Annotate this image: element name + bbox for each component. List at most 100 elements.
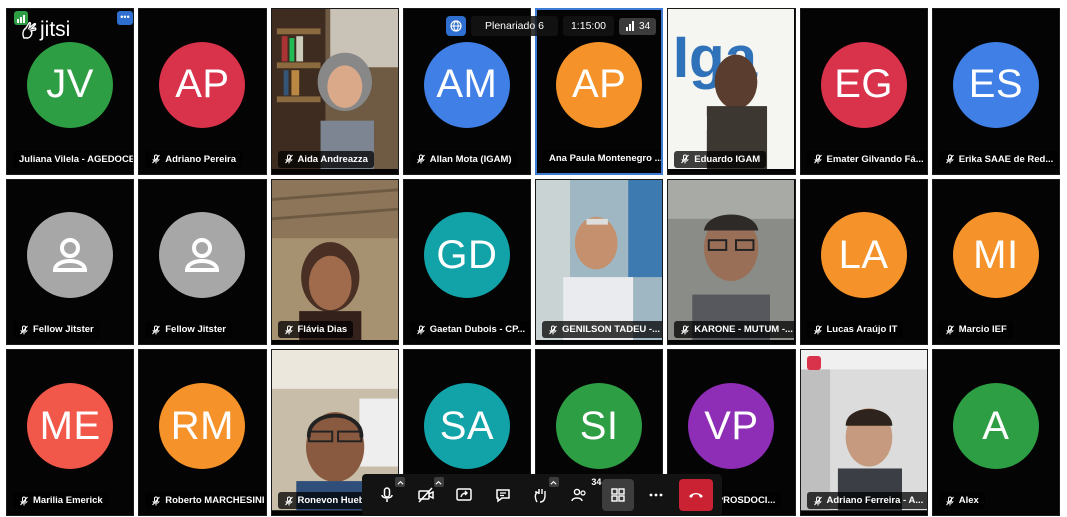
more-icon: [649, 493, 663, 497]
avatar: RM: [159, 383, 246, 470]
avatar: SA: [423, 383, 510, 470]
avatar: JV: [27, 41, 114, 128]
default-avatar-icon: [27, 212, 114, 299]
avatar: MI: [952, 212, 1039, 299]
connection-indicator-icon[interactable]: [806, 356, 821, 371]
participant-tile[interactable]: Iga Eduardo IGAM: [667, 8, 796, 175]
microphone-icon: [381, 487, 393, 502]
mic-muted-icon: [945, 496, 954, 505]
mic-muted-icon: [284, 154, 293, 164]
mic-muted-icon: [813, 154, 822, 164]
chat-button[interactable]: [487, 479, 519, 511]
avatar: VP: [688, 383, 775, 470]
chevron-up-icon[interactable]: [395, 477, 406, 487]
microphone-button[interactable]: [371, 477, 406, 511]
avatar: ME: [27, 383, 114, 470]
participant-name: Lucas Araújo IT: [806, 321, 904, 339]
default-avatar-icon: [159, 212, 246, 299]
participant-tile[interactable]: Fellow Jitster: [138, 178, 267, 346]
participant-name: Marilia Emerick: [13, 492, 109, 509]
mic-muted-icon: [284, 496, 293, 505]
avatar: EG: [820, 41, 907, 128]
tile-view-button[interactable]: [601, 479, 634, 511]
chevron-up-icon[interactable]: [433, 477, 444, 487]
mic-muted-icon: [945, 154, 954, 164]
avatar: A: [952, 383, 1039, 470]
participant-name: Roberto MARCHESINI: [145, 492, 266, 509]
participant-tile[interactable]: Aida Andreazza: [270, 8, 399, 175]
more-actions-button[interactable]: [640, 479, 672, 511]
participant-tile[interactable]: Adriano Ferreira - A...: [799, 349, 928, 516]
participant-name: Erika SAAE de Red...: [938, 150, 1059, 168]
avatar: ES: [952, 41, 1039, 128]
mic-muted-icon: [681, 154, 690, 164]
share-screen-icon: [456, 488, 472, 501]
participant-name: Alex: [938, 492, 985, 509]
participant-name: Emater Gilvando Fá...: [806, 150, 927, 168]
meeting-timer: 1:15:00: [562, 16, 615, 36]
participant-name: Allan Mota (IGAM): [409, 150, 518, 168]
mic-muted-icon: [152, 496, 161, 505]
mic-muted-icon: [20, 496, 28, 505]
participant-tile[interactable]: ES Erika SAAE de Red...: [931, 8, 1060, 175]
chat-icon: [495, 489, 510, 503]
avatar: AP: [159, 41, 246, 128]
participant-tile[interactable]: ME Marilia Emerick: [6, 349, 135, 516]
participant-tile[interactable]: Fellow Jitster: [6, 178, 135, 346]
mic-muted-icon: [152, 154, 161, 164]
toolbar: 34: [362, 474, 722, 516]
jitsi-hand-icon: [22, 21, 37, 39]
mic-muted-icon: [945, 325, 954, 335]
globe-icon[interactable]: [446, 16, 466, 36]
mic-muted-icon: [284, 325, 293, 335]
participant-name: Ana Paula Montenegro ...: [543, 149, 662, 167]
avatar: GD: [423, 212, 510, 299]
participant-tile[interactable]: GENILSON TADEU -...: [535, 178, 664, 346]
participant-tile[interactable]: GD Gaetan Dubois - CP...: [402, 178, 531, 346]
avatar: AP: [556, 41, 643, 128]
participant-tile[interactable]: A Alex: [931, 349, 1060, 516]
chevron-up-icon[interactable]: [548, 477, 559, 487]
signal-icon: [626, 21, 635, 31]
mic-muted-icon: [20, 325, 28, 335]
raise-hand-button[interactable]: [525, 477, 559, 511]
mic-muted-icon: [549, 325, 557, 335]
participant-tile[interactable]: MI Marcio IEF: [931, 178, 1060, 346]
camera-button[interactable]: [410, 477, 444, 511]
participant-tile[interactable]: KARONE - MUTUM -...: [667, 178, 796, 346]
jitsi-logo: jitsi: [20, 18, 70, 42]
mic-muted-icon: [416, 325, 425, 335]
participant-name: Gaetan Dubois - CP...: [409, 321, 530, 339]
avatar: SI: [556, 383, 643, 470]
participant-name: Eduardo IGAM: [674, 150, 767, 168]
participant-tile[interactable]: LA Lucas Araújo IT: [799, 178, 928, 346]
participant-name: Juliana Vilela - AGEDOCE: [13, 150, 134, 168]
share-screen-button[interactable]: [448, 479, 480, 511]
participant-tile[interactable]: Flávia Dias: [270, 178, 399, 346]
participant-name: Adriano Pereira: [145, 150, 242, 168]
participants-icon: [571, 488, 587, 502]
mic-muted-icon: [152, 325, 161, 335]
participant-name: Fellow Jitster: [145, 321, 232, 339]
app-name: jitsi: [40, 18, 71, 41]
mic-muted-icon: [416, 154, 425, 164]
hangup-button[interactable]: [678, 479, 713, 511]
participant-name: Flávia Dias: [277, 321, 354, 339]
raise-hand-icon: [534, 489, 546, 503]
more-options-icon[interactable]: •••: [117, 11, 133, 25]
participant-tile[interactable]: RM Roberto MARCHESINI: [138, 349, 267, 516]
participant-name: KARONE - MUTUM -...: [674, 321, 795, 339]
participant-name: Marcio IEF: [938, 321, 1013, 339]
mic-muted-icon: [681, 325, 690, 335]
participants-button[interactable]: 34: [563, 477, 601, 511]
mic-muted-icon: [813, 325, 822, 335]
participant-tile[interactable]: AP Adriano Pereira: [138, 8, 267, 175]
participant-count-badge: 34: [619, 17, 657, 35]
participants-count: 34: [591, 477, 602, 487]
participant-tile[interactable]: EG Emater Gilvando Fá...: [799, 8, 928, 175]
participant-name: Aida Andreazza: [277, 150, 374, 168]
avatar: AM: [423, 41, 510, 128]
participant-name: Fellow Jitster: [13, 321, 100, 339]
hangup-icon: [688, 493, 703, 498]
avatar: LA: [820, 212, 907, 299]
